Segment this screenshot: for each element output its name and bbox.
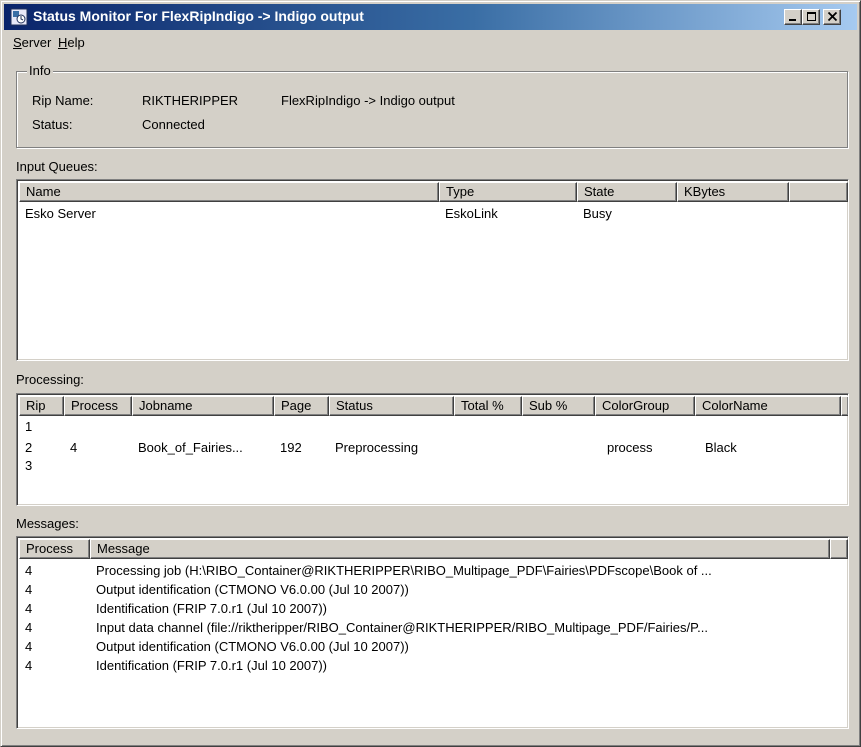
input-queues-header: Name Type State KBytes <box>19 182 848 202</box>
close-icon <box>827 12 838 22</box>
queue-type: EskoLink <box>445 206 498 221</box>
messages-header: Process Message <box>19 539 848 559</box>
proc-colorname: Black <box>705 440 737 455</box>
minimize-button[interactable] <box>784 9 802 25</box>
col-sub-pct[interactable]: Sub % <box>522 396 595 416</box>
rip-description: FlexRipIndigo -> Indigo output <box>281 93 455 108</box>
queue-name: Esko Server <box>25 206 96 221</box>
menu-help-accel: H <box>58 35 68 50</box>
col-page[interactable]: Page <box>274 396 329 416</box>
msg-process: 4 <box>25 639 33 654</box>
menu-bar: Server Help <box>4 31 857 55</box>
col-process[interactable]: Process <box>64 396 132 416</box>
msg-text: Input data channel (file://riktheripper/… <box>96 620 708 635</box>
msg-text: Output identification (CTMONO V6.0.00 (J… <box>96 582 409 597</box>
rip-name-label: Rip Name: <box>32 93 94 108</box>
window-title: Status Monitor For FlexRipIndigo -> Indi… <box>33 8 364 24</box>
col-filler <box>789 182 848 202</box>
msg-text: Processing job (H:\RIBO_Container@RIKTHE… <box>96 563 712 578</box>
minimize-icon <box>789 19 796 21</box>
proc-rip: 3 <box>25 458 33 473</box>
info-legend: Info <box>27 63 53 78</box>
col-colorgroup[interactable]: ColorGroup <box>595 396 695 416</box>
col-jobname[interactable]: Jobname <box>132 396 274 416</box>
msg-process: 4 <box>25 601 33 616</box>
close-button[interactable] <box>823 9 841 25</box>
proc-page: 192 <box>280 440 302 455</box>
title-bar[interactable]: Status Monitor For FlexRipIndigo -> Indi… <box>4 4 857 30</box>
col-name[interactable]: Name <box>19 182 439 202</box>
proc-process: 4 <box>70 440 78 455</box>
menu-server[interactable]: Server <box>13 35 51 50</box>
menu-server-accel: S <box>13 35 22 50</box>
msg-text: Identification (FRIP 7.0.r1 (Jul 10 2007… <box>96 601 327 616</box>
col-process[interactable]: Process <box>19 539 90 559</box>
col-kbytes[interactable]: KBytes <box>677 182 789 202</box>
col-colorname[interactable]: ColorName <box>695 396 841 416</box>
menu-help-label: elp <box>67 35 85 50</box>
col-filler <box>830 539 848 559</box>
msg-process: 4 <box>25 563 33 578</box>
col-total-pct[interactable]: Total % <box>454 396 522 416</box>
proc-status: Preprocessing <box>335 440 419 455</box>
messages-list[interactable]: Process Message 4 Processing job (H:\RIB… <box>16 536 849 729</box>
queue-state: Busy <box>583 206 612 221</box>
msg-process: 4 <box>25 658 33 673</box>
proc-rip: 1 <box>25 419 33 434</box>
processing-label: Processing: <box>16 372 84 387</box>
msg-text: Identification (FRIP 7.0.r1 (Jul 10 2007… <box>96 658 327 673</box>
maximize-icon <box>807 12 816 21</box>
processing-header: Rip Process Jobname Page Status Total % … <box>19 396 848 416</box>
col-rip[interactable]: Rip <box>19 396 64 416</box>
input-queues-list[interactable]: Name Type State KBytes Esko Server EskoL… <box>16 179 849 361</box>
col-message[interactable]: Message <box>90 539 830 559</box>
status-label: Status: <box>32 117 73 132</box>
app-icon[interactable] <box>10 8 28 26</box>
msg-text: Output identification (CTMONO V6.0.00 (J… <box>96 639 409 654</box>
status-value: Connected <box>142 117 205 132</box>
col-state[interactable]: State <box>577 182 677 202</box>
input-queues-label: Input Queues: <box>16 159 98 174</box>
menu-help[interactable]: Help <box>58 35 85 50</box>
proc-jobname: Book_of_Fairies... <box>138 440 243 455</box>
col-status[interactable]: Status <box>329 396 454 416</box>
rip-name-value: RIKTHERIPPER <box>142 93 239 108</box>
col-filler <box>841 396 848 416</box>
status-monitor-window: Status Monitor For FlexRipIndigo -> Indi… <box>0 0 861 747</box>
proc-colorgroup: process <box>607 440 653 455</box>
menu-server-label: erver <box>21 35 52 50</box>
processing-list[interactable]: Rip Process Jobname Page Status Total % … <box>16 393 849 506</box>
info-groupbox: Info Rip Name: RIKTHERIPPER FlexRipIndig… <box>16 63 848 148</box>
maximize-button[interactable] <box>802 9 820 25</box>
messages-label: Messages: <box>16 516 79 531</box>
msg-process: 4 <box>25 582 33 597</box>
col-type[interactable]: Type <box>439 182 577 202</box>
proc-rip: 2 <box>25 440 33 455</box>
msg-process: 4 <box>25 620 33 635</box>
